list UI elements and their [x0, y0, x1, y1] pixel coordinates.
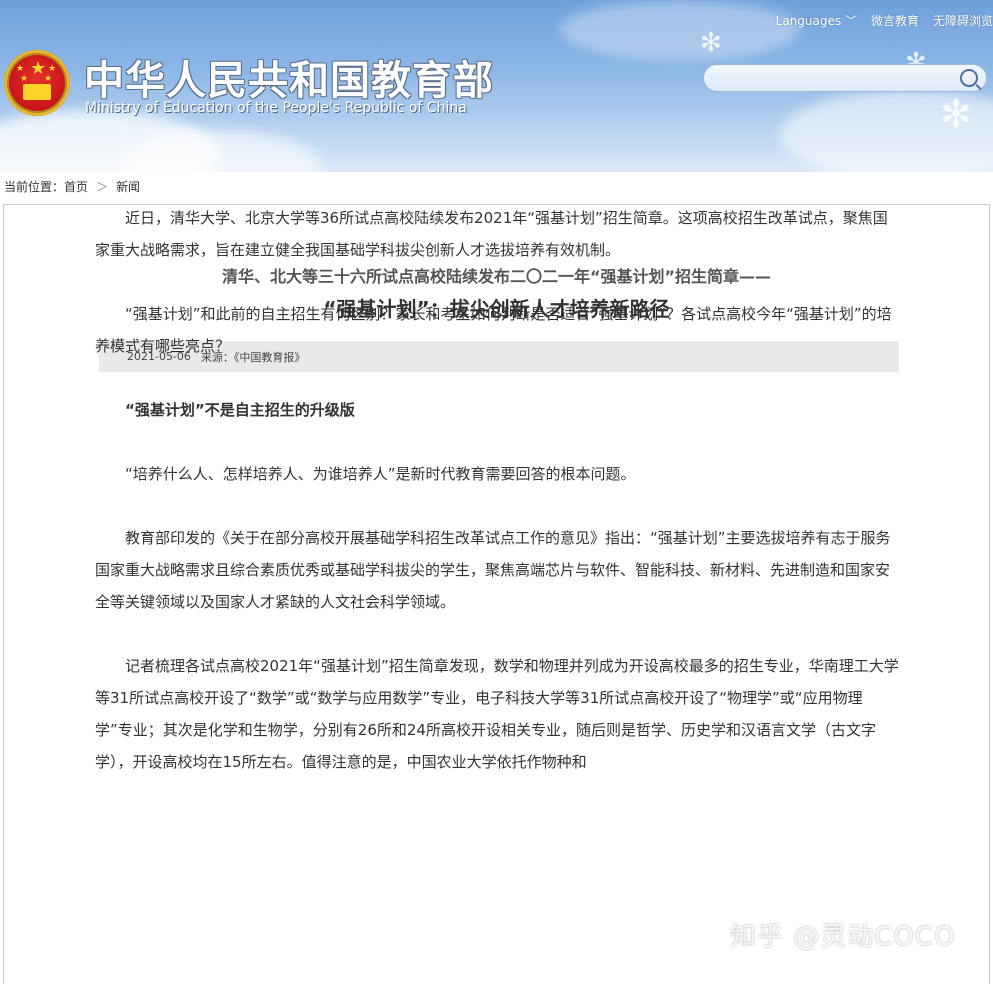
weiyan-link[interactable]: 微言教育	[871, 12, 919, 29]
watermark: 知乎 @灵动COCO	[730, 922, 956, 952]
dandelion-icon: ✻	[940, 92, 972, 136]
top-links: Languages ﹀ 微言教育 无障碍浏览	[776, 12, 993, 29]
chevron-right-icon: ＞	[96, 180, 109, 194]
site-title-cn: 中华人民共和国教育部	[84, 58, 494, 104]
languages-link[interactable]: Languages ﹀	[776, 12, 857, 29]
breadcrumb-home[interactable]: 首页	[64, 178, 88, 195]
paragraph: “培养什么人、怎样培养人、为谁培养人”是新时代教育需要回答的根本问题。	[125, 465, 636, 483]
paragraph: 近日，清华大学、北京大学等36所试点高校陆续发布2021年“强基计划”招生简章。…	[95, 209, 888, 259]
search-icon[interactable]	[960, 69, 978, 87]
search-input[interactable]	[703, 64, 987, 92]
dandelion-icon: ✻	[700, 28, 722, 58]
cloud-decoration	[560, 0, 800, 60]
site-header: ✻ ✻ ✻ Languages ﹀ 微言教育 无障碍浏览 ★ ★ ★ ★ ★ 中…	[0, 0, 993, 172]
subheading: “强基计划”不是自主招生的升级版	[125, 401, 355, 419]
national-emblem-icon: ★ ★ ★ ★ ★	[4, 50, 70, 116]
breadcrumb: 当前位置： 首页 ＞ 新闻	[4, 178, 140, 195]
site-title-en: Ministry of Education of the People's Re…	[85, 100, 467, 116]
paragraph: 教育部印发的《关于在部分高校开展基础学科招生改革试点工作的意见》指出：“强基计划…	[95, 529, 891, 611]
paragraph: “强基计划”和此前的自主招生有何区别？家长和考生如何判断是否适合“强基计划”？各…	[95, 305, 892, 355]
breadcrumb-news[interactable]: 新闻	[116, 178, 140, 195]
breadcrumb-label: 当前位置：	[4, 180, 65, 194]
chevron-down-icon: ﹀	[844, 14, 857, 28]
article-body: 近日，清华大学、北京大学等36所试点高校陆续发布2021年“强基计划”招生简章。…	[95, 202, 899, 778]
paragraph: 记者梳理各试点高校2021年“强基计划”招生简章发现，数学和物理并列成为开设高校…	[95, 657, 899, 771]
accessibility-link[interactable]: 无障碍浏览	[933, 12, 993, 29]
